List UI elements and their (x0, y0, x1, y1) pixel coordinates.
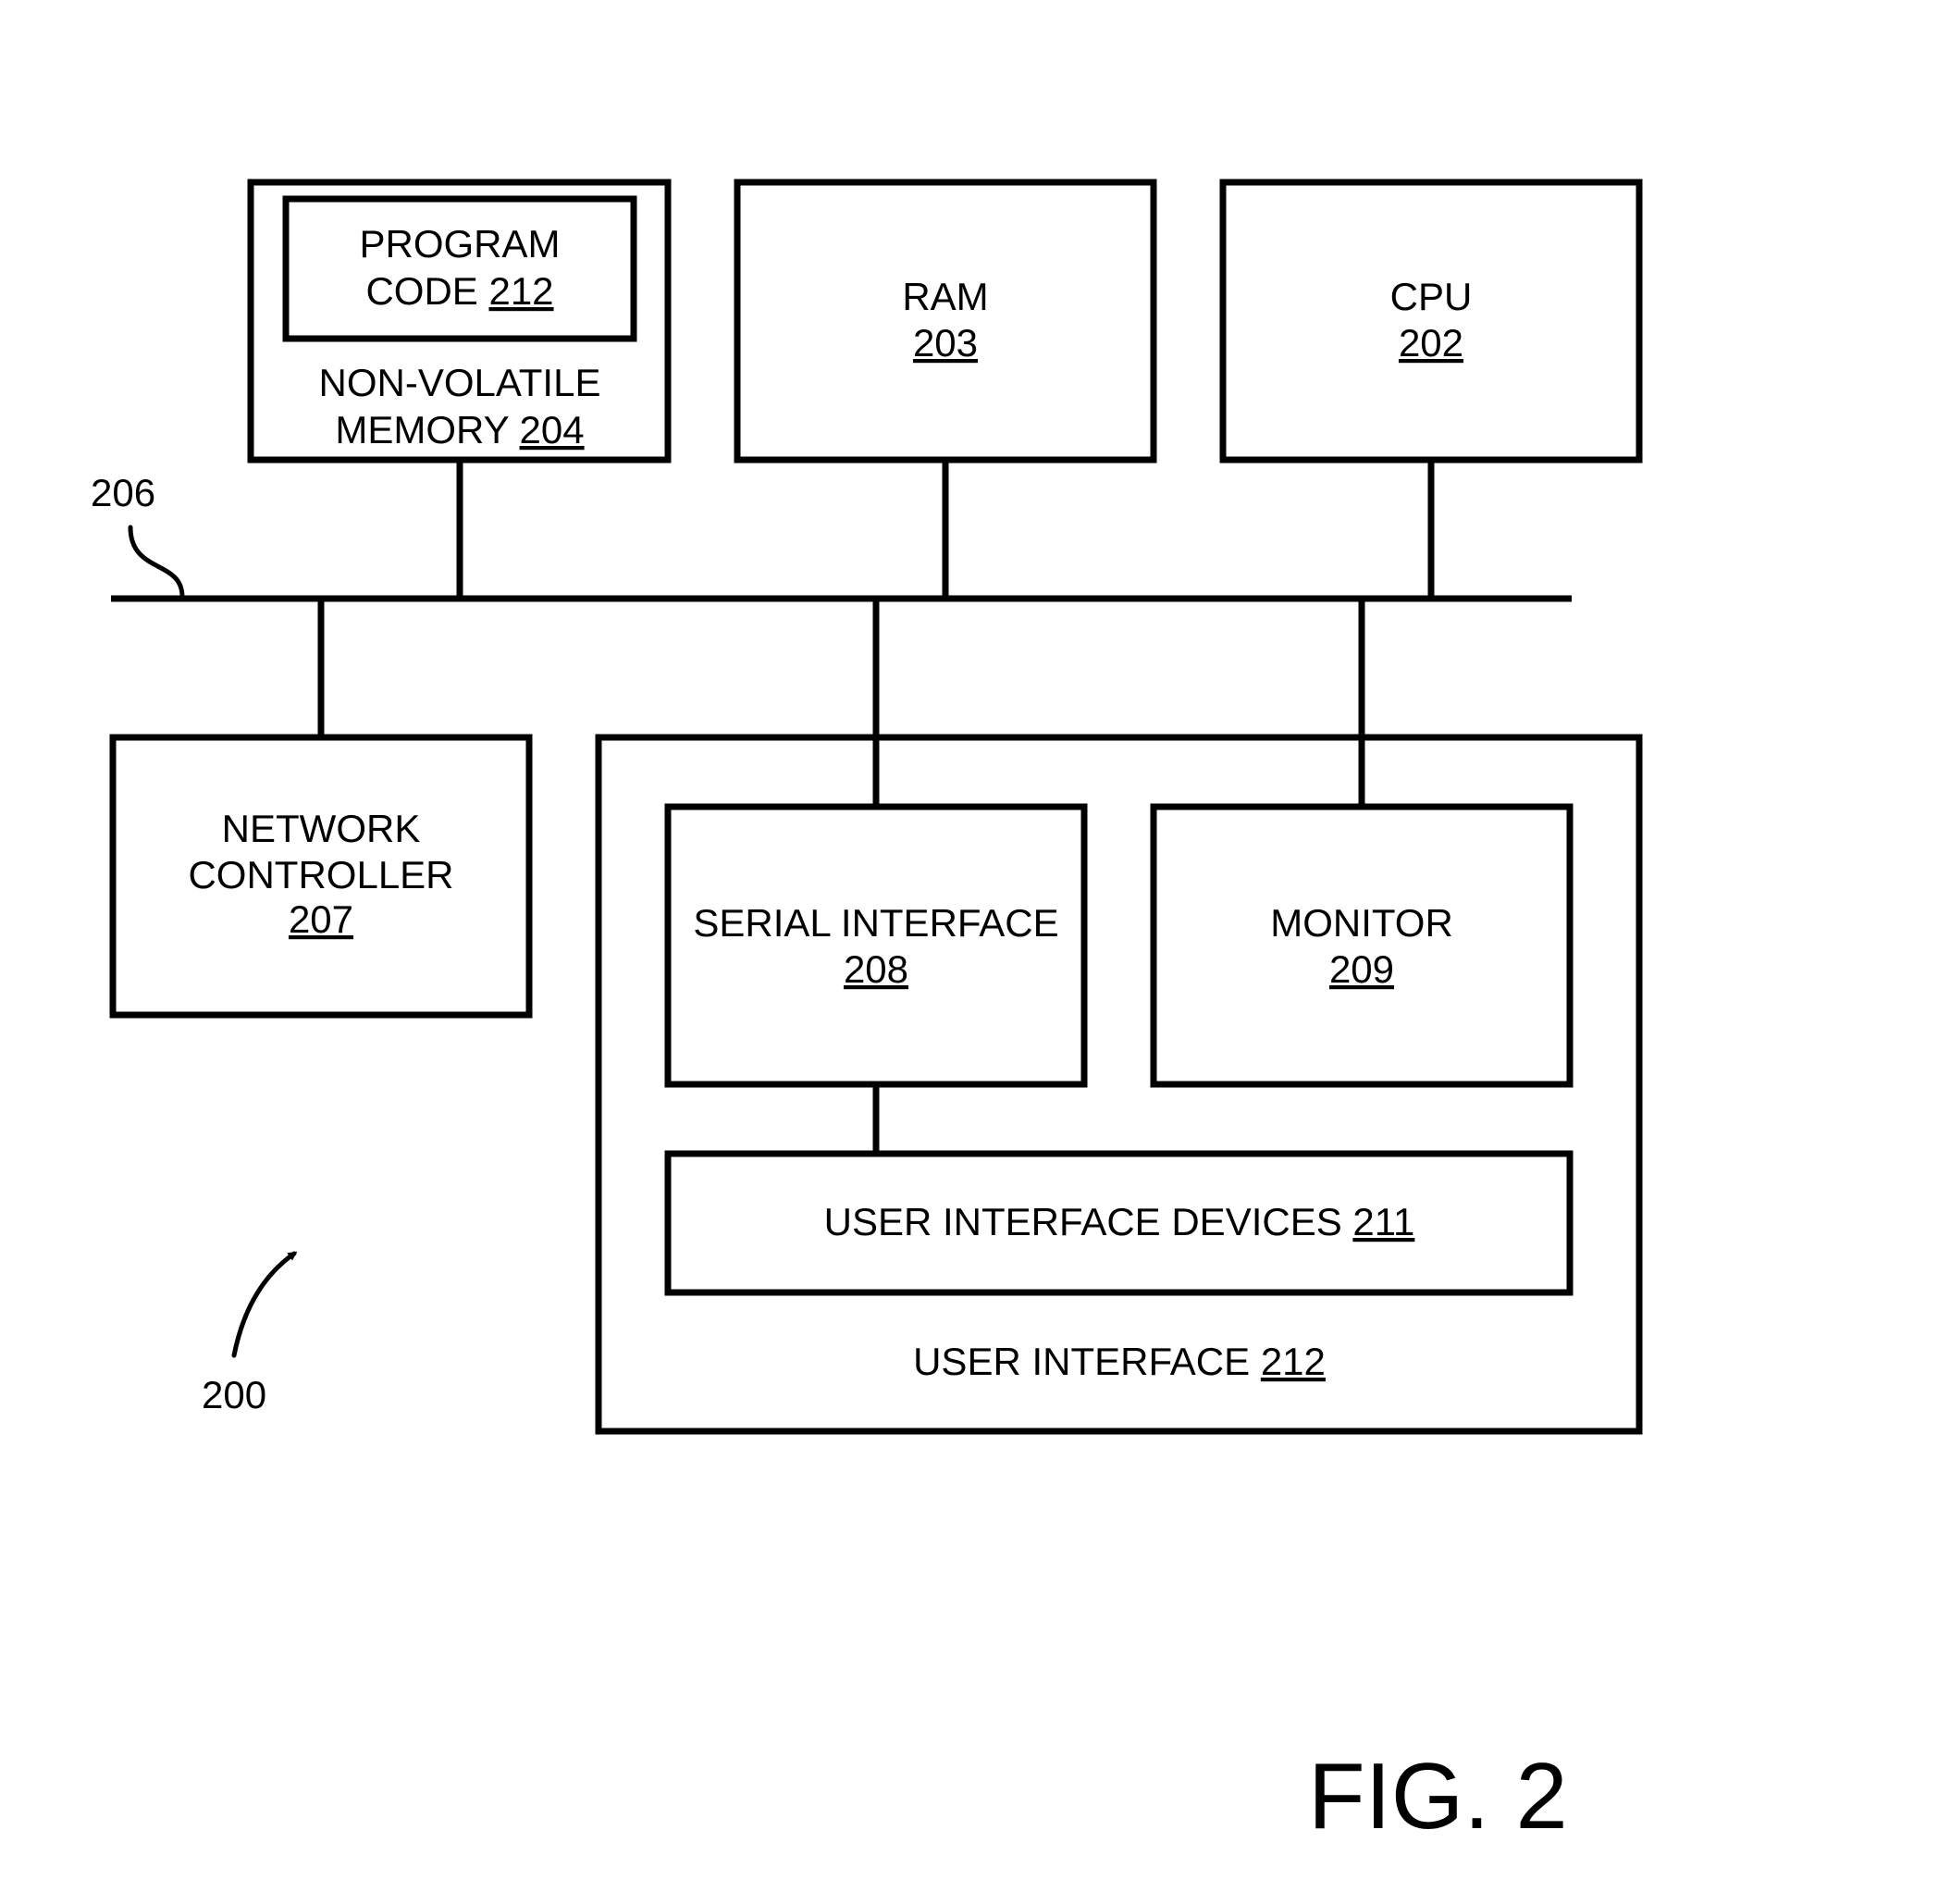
nvm-line1: NON-VOLATILE (319, 361, 601, 404)
serial-interface-ref: 208 (844, 947, 908, 991)
network-controller-block: NETWORK CONTROLLER 207 (109, 734, 533, 1019)
network-controller-line1: NETWORK (222, 807, 421, 850)
figure-title: FIG. 2 (1308, 1745, 1568, 1848)
bus-ref-label: 206 (91, 471, 155, 514)
serial-interface-name: SERIAL INTERFACE (693, 901, 1058, 945)
serial-interface-box (664, 803, 1088, 1088)
network-controller-line2: CONTROLLER (188, 853, 453, 896)
ui-devices-ref: 211 (1352, 1200, 1414, 1243)
serial-interface-block: SERIAL INTERFACE 208 (664, 803, 1088, 1088)
monitor-box (1150, 803, 1574, 1088)
user-interface-ref: 212 (1261, 1340, 1326, 1383)
nvm-ref: 204 (520, 408, 585, 451)
monitor-block: MONITOR 209 (1150, 803, 1574, 1088)
ui-devices-name: USER INTERFACE DEVICES (824, 1200, 1342, 1243)
monitor-ref: 209 (1329, 947, 1394, 991)
nvm-line2: MEMORY 204 (335, 408, 584, 451)
network-controller-ref: 207 (289, 897, 353, 941)
system-ref-arrow-icon (231, 1251, 298, 1358)
program-code-line1: PROGRAM (359, 222, 560, 266)
cpu-block: CPU 202 (1219, 179, 1643, 464)
bus-leader-line (128, 525, 185, 600)
cpu-name: CPU (1390, 275, 1473, 318)
user-interface-name: USER INTERFACE (913, 1340, 1250, 1383)
ui-devices-block: USER INTERFACE DEVICES 211 (664, 1150, 1574, 1296)
non-volatile-memory-block: PROGRAM CODE 212 NON-VOLATILE MEMORY 204 (247, 179, 672, 464)
program-code-name: CODE (365, 269, 477, 313)
system-ref-label: 200 (202, 1373, 266, 1416)
block-diagram: 206 PROGRAM CODE 212 NON-VOLATILE MEMORY… (91, 179, 1643, 1848)
ram-ref: 203 (913, 321, 978, 365)
monitor-name: MONITOR (1270, 901, 1453, 945)
cpu-ref: 202 (1399, 321, 1463, 365)
nvm-name: MEMORY (335, 408, 509, 451)
ui-devices-label: USER INTERFACE DEVICES 211 (824, 1200, 1415, 1243)
ram-block: RAM 203 (734, 179, 1157, 464)
program-code-ref: 212 (488, 269, 553, 313)
program-code-line2: CODE 212 (365, 269, 553, 313)
ram-name: RAM (902, 275, 988, 318)
user-interface-block: SERIAL INTERFACE 208 MONITOR 209 USER IN… (595, 599, 1643, 1435)
user-interface-label: USER INTERFACE 212 (913, 1340, 1326, 1383)
